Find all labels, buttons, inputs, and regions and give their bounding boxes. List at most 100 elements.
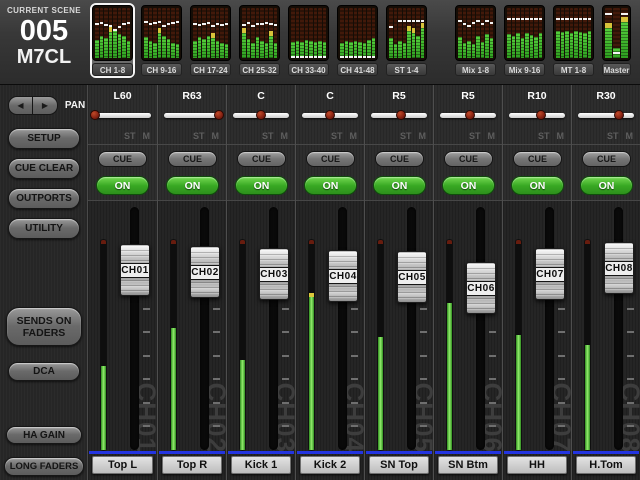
fader-track[interactable] [407,207,416,450]
cue-button[interactable]: CUE [513,151,562,167]
pan-knob[interactable] [614,110,624,120]
on-button[interactable]: ON [511,176,564,195]
on-button[interactable]: ON [304,176,357,195]
fader-position-mark [207,22,211,24]
pan-slider[interactable] [440,113,496,118]
nav-tab-ch-17-24[interactable]: CH 17-24 [188,3,233,78]
meter-peak-segment [605,23,612,28]
channel-name[interactable]: SN Top [369,456,429,474]
fader-track[interactable] [269,207,278,450]
fader-handle[interactable]: CH05 [397,251,427,303]
cue-button[interactable]: CUE [237,151,286,167]
fader-handle[interactable]: CH01 [120,244,150,296]
pan-slider[interactable] [302,113,358,118]
ha-gain-button[interactable]: HA GAIN [6,426,82,444]
cue-button[interactable]: CUE [582,151,631,167]
channel-name[interactable]: H.Tom [576,456,636,474]
channel-name[interactable]: HH [507,456,567,474]
pan-knob[interactable] [465,110,475,120]
outports-button[interactable]: OUTPORTS [8,188,80,209]
fader-track[interactable] [545,207,554,450]
pan-slider[interactable] [509,113,565,118]
cue-button[interactable]: CUE [306,151,355,167]
fader-handle[interactable]: CH04 [328,250,358,302]
nav-tab-label: MT 1-8 [553,63,594,76]
utility-button[interactable]: UTILITY [8,218,80,239]
dca-button[interactable]: DCA [8,362,80,381]
nav-tab-master[interactable]: Master [600,3,633,78]
separator [503,144,571,145]
cue-button[interactable]: CUE [375,151,424,167]
nav-tab-ch-33-40[interactable]: CH 33-40 [286,3,331,78]
pan-slider[interactable] [578,113,634,118]
prev-mode-button[interactable]: ◀ [8,96,33,115]
on-button[interactable]: ON [580,176,633,195]
nav-tab-ch-1-8[interactable]: CH 1-8 [90,3,135,78]
pan-slider[interactable] [233,113,289,118]
pan-knob[interactable] [90,110,100,120]
fader-handle[interactable]: CH08 [604,242,634,294]
meter-bar [530,8,534,58]
nav-tab-ch-25-32[interactable]: CH 25-32 [237,3,282,78]
channel-name[interactable]: Top L [92,456,153,474]
meter-level-fill [171,328,176,450]
meter-level [574,31,578,59]
fader-position-mark [149,23,153,25]
channel-color-bar [366,451,432,454]
pan-slider[interactable] [371,113,427,118]
channel-name[interactable]: Kick 1 [231,456,291,474]
meter-level-fill [101,366,106,450]
next-mode-button[interactable]: ▶ [33,96,58,115]
setup-button[interactable]: SETUP [8,128,80,149]
on-button[interactable]: ON [373,176,426,195]
meter-bar [539,8,543,58]
meter-level [207,36,211,59]
pan-knob[interactable] [256,110,266,120]
meter-bar [193,8,197,58]
fader-scale-tick [489,402,496,404]
pan-slider[interactable] [164,113,220,118]
fader-position-mark [202,23,206,25]
cue-clear-button[interactable]: CUE CLEAR [8,158,80,179]
channel-name[interactable]: Kick 2 [300,456,360,474]
meter-level [507,34,511,58]
fader-scale-tick [143,308,150,310]
pan-slider[interactable] [94,113,151,118]
channel-name[interactable]: Top R [162,456,222,474]
meter-bar [211,8,215,58]
fader-handle[interactable]: CH07 [535,248,565,300]
nav-tab-label: CH 9-16 [141,63,182,76]
cue-button[interactable]: CUE [168,151,217,167]
fader-position-mark [265,22,269,24]
meter-bar [149,8,153,58]
nav-tab-mt-1-8[interactable]: MT 1-8 [551,3,596,78]
channel-name[interactable]: SN Btm [438,456,498,474]
fader-track[interactable] [338,207,347,450]
meter-level [220,43,224,58]
nav-tab-st-1-4[interactable]: ST 1-4 [384,3,429,78]
on-button[interactable]: ON [96,176,149,195]
fader-track[interactable] [200,207,209,450]
pan-knob[interactable] [214,110,224,120]
mono-assign-label: M [557,131,565,141]
pan-knob[interactable] [325,110,335,120]
fader-track[interactable] [476,207,485,450]
fader-handle[interactable]: CH06 [466,262,496,314]
nav-tab-mix-9-16[interactable]: Mix 9-16 [502,3,547,78]
fader-handle[interactable]: CH03 [259,248,289,300]
on-button[interactable]: ON [166,176,219,195]
pan-knob[interactable] [536,110,546,120]
on-button[interactable]: ON [442,176,495,195]
cue-button[interactable]: CUE [98,151,147,167]
sends-on-faders-button[interactable]: SENDS ON FADERS [6,307,82,346]
on-button[interactable]: ON [235,176,288,195]
nav-tab-mix-1-8[interactable]: Mix 1-8 [453,3,498,78]
meter-level [95,40,99,58]
long-faders-button[interactable]: LONG FADERS [4,457,84,476]
fader-handle[interactable]: CH02 [190,246,220,298]
pan-knob[interactable] [396,110,406,120]
nav-tab-ch-9-16[interactable]: CH 9-16 [139,3,184,78]
cue-button[interactable]: CUE [444,151,493,167]
meter-peak-led [447,240,452,244]
nav-tab-ch-41-48[interactable]: CH 41-48 [335,3,380,78]
